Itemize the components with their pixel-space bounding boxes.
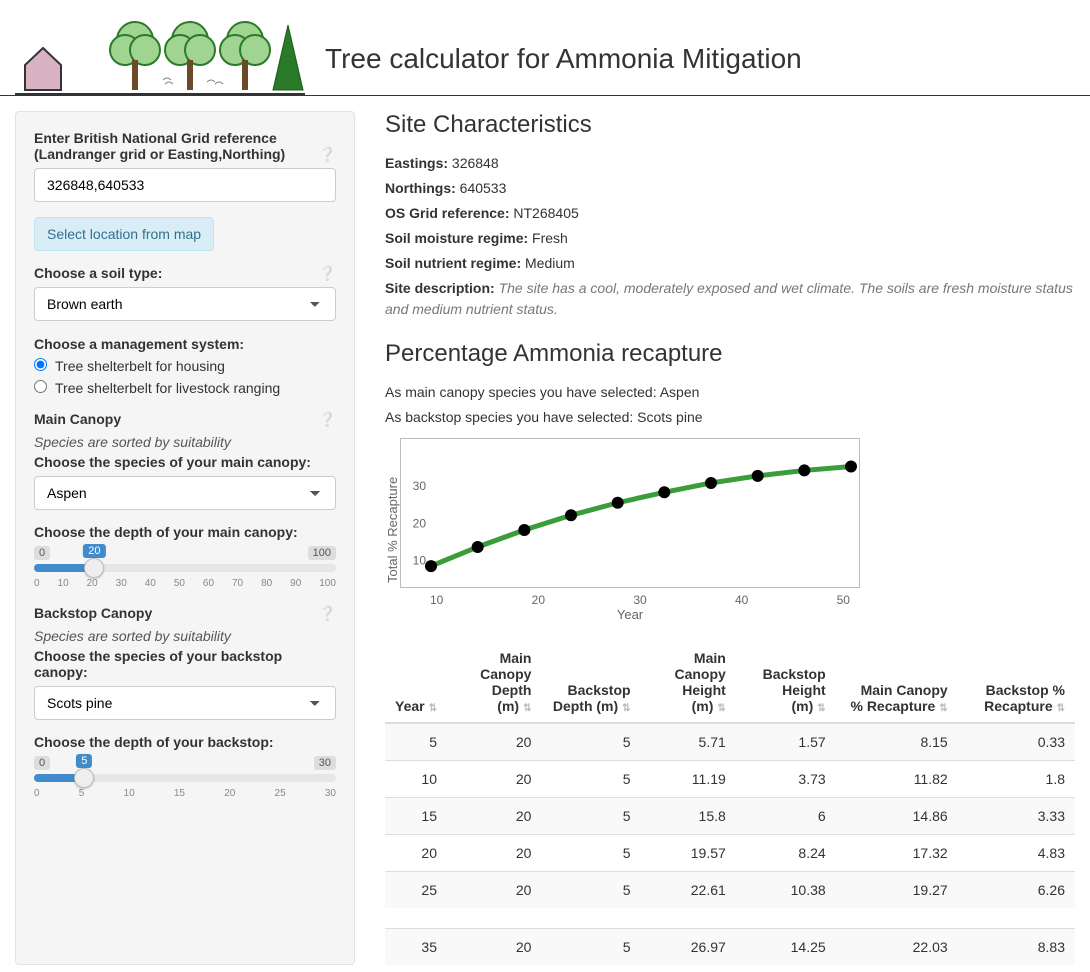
table-header[interactable]: Backstop % Recapture: [958, 642, 1075, 723]
help-icon[interactable]: ❔: [319, 605, 336, 622]
logo: [15, 10, 305, 95]
table-row: 2020519.578.2417.324.83: [385, 835, 1075, 872]
table-header[interactable]: Year: [385, 642, 447, 723]
page-title: Tree calculator for Ammonia Mitigation: [325, 43, 802, 75]
table-header[interactable]: Backstop Height (m): [736, 642, 836, 723]
soil-select[interactable]: Brown earth: [34, 287, 336, 321]
recapture-line2: As backstop species you have selected: S…: [385, 407, 1075, 428]
select-location-button[interactable]: Select location from map: [34, 217, 214, 251]
nutrient-line: Soil nutrient regime: Medium: [385, 253, 1075, 274]
backstop-species-label: Choose the species of your backstop cano…: [34, 648, 336, 680]
moisture-line: Soil moisture regime: Fresh: [385, 228, 1075, 249]
table-header[interactable]: Main Canopy Height (m): [641, 642, 736, 723]
grid-input[interactable]: [34, 168, 336, 202]
main-canopy-header: Main Canopy ❔: [34, 411, 336, 428]
table-row: 52055.711.578.150.33: [385, 723, 1075, 761]
eastings-line: Eastings: 326848: [385, 153, 1075, 174]
backstop-species-select[interactable]: Scots pine: [34, 686, 336, 720]
mgmt-radio-housing[interactable]: [34, 358, 47, 371]
mgmt-option-housing[interactable]: Tree shelterbelt for housing: [34, 358, 336, 374]
slider-ticks: 0102030405060708090100: [34, 578, 336, 589]
table-header[interactable]: Backstop Depth (m): [541, 642, 640, 723]
recapture-line1: As main canopy species you have selected…: [385, 382, 1075, 403]
sort-hint: Species are sorted by suitability: [34, 434, 336, 450]
table-row: 3520526.9714.2522.038.83: [385, 929, 1075, 966]
main-depth-slider[interactable]: 0 100 20 0102030405060708090100: [34, 546, 336, 589]
table-row: 1020511.193.7311.821.8: [385, 761, 1075, 798]
desc-line: Site description: The site has a cool, m…: [385, 278, 1075, 320]
backstop-depth-slider[interactable]: 0 30 5 051015202530: [34, 756, 336, 799]
main-species-select[interactable]: Aspen: [34, 476, 336, 510]
mgmt-radio-livestock[interactable]: [34, 380, 47, 393]
slider-handle[interactable]: [74, 768, 94, 788]
help-icon[interactable]: ❔: [319, 265, 336, 282]
sidebar: Enter British National Grid reference (L…: [15, 111, 355, 965]
table-header[interactable]: Main Canopy % Recapture: [836, 642, 958, 723]
table-row: 1520515.8614.863.33: [385, 798, 1075, 835]
mgmt-label: Choose a management system:: [34, 336, 336, 352]
main-species-label: Choose the species of your main canopy:: [34, 454, 336, 470]
sort-hint: Species are sorted by suitability: [34, 628, 336, 644]
grid-label: Enter British National Grid reference (L…: [34, 130, 336, 162]
recapture-heading: Percentage Ammonia recapture: [385, 340, 1075, 368]
site-heading: Site Characteristics: [385, 111, 1075, 139]
table-header[interactable]: Main Canopy Depth (m): [447, 642, 541, 723]
northings-line: Northings: 640533: [385, 178, 1075, 199]
backstop-depth-label: Choose the depth of your backstop:: [34, 734, 336, 750]
main-content: Site Characteristics Eastings: 326848 No…: [385, 111, 1075, 965]
slider-ticks: 051015202530: [34, 788, 336, 799]
results-table: YearMain Canopy Depth (m)Backstop Depth …: [385, 642, 1075, 965]
soil-label: Choose a soil type: ❔: [34, 265, 336, 281]
chart: Total % Recapture 102030 1020304050 Year: [385, 438, 1075, 622]
help-icon[interactable]: ❔: [319, 411, 336, 428]
svg-text:10: 10: [413, 553, 427, 567]
table-row: 2520522.6110.3819.276.26: [385, 872, 1075, 909]
svg-text:30: 30: [413, 479, 427, 493]
chart-svg: 10 20 30: [400, 438, 860, 588]
backstop-header: Backstop Canopy ❔: [34, 605, 336, 622]
svg-text:20: 20: [413, 516, 427, 530]
help-icon[interactable]: ❔: [319, 146, 336, 163]
main-depth-label: Choose the depth of your main canopy:: [34, 524, 336, 540]
slider-handle[interactable]: [84, 558, 104, 578]
mgmt-option-livestock[interactable]: Tree shelterbelt for livestock ranging: [34, 380, 336, 396]
header: Tree calculator for Ammonia Mitigation: [0, 0, 1090, 96]
osgrid-line: OS Grid reference: NT268405: [385, 203, 1075, 224]
